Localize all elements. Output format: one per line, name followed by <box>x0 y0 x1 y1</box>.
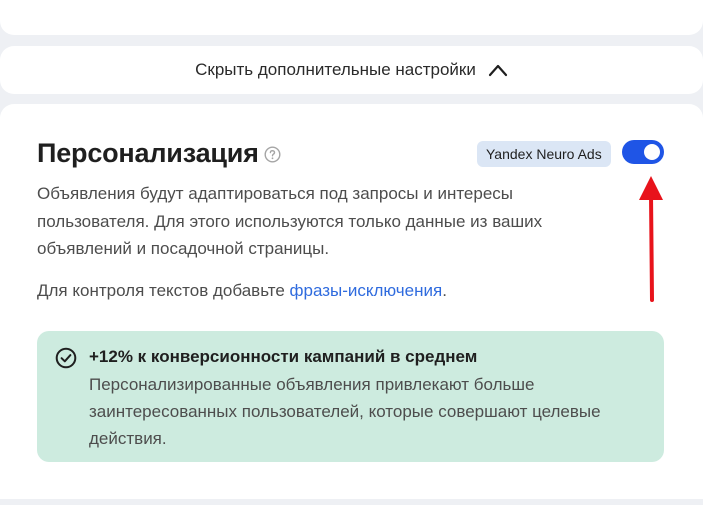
chevron-up-icon <box>488 64 507 77</box>
exclusion-hint: Для контроля текстов добавьте фразы-искл… <box>37 281 447 301</box>
exclusion-phrases-link[interactable]: фразы-исключения <box>290 281 443 300</box>
personalization-toggle[interactable] <box>622 140 664 164</box>
hint-prefix: Для контроля текстов добавьте <box>37 281 290 300</box>
check-circle-icon <box>55 347 77 369</box>
neuro-ads-badge: Yandex Neuro Ads <box>477 141 611 167</box>
question-circle-icon[interactable] <box>264 146 281 163</box>
hint-suffix: . <box>442 281 447 300</box>
red-arrow-annotation <box>639 176 663 302</box>
personalization-description: Объявления будут адаптироваться под запр… <box>37 184 543 258</box>
conversion-info-box: +12% к конверсионности кампаний в средне… <box>37 331 664 462</box>
hide-advanced-settings-label: Скрыть дополнительные настройки <box>195 60 476 79</box>
toggle-knob <box>644 144 660 160</box>
info-title: +12% к конверсионности кампаний в средне… <box>89 347 478 366</box>
info-text: Персонализированные объявления привлекаю… <box>89 375 601 448</box>
hide-advanced-settings-button[interactable]: Скрыть дополнительные настройки <box>0 46 703 94</box>
previous-section-card <box>0 0 703 35</box>
section-title: Персонализация <box>37 138 259 168</box>
